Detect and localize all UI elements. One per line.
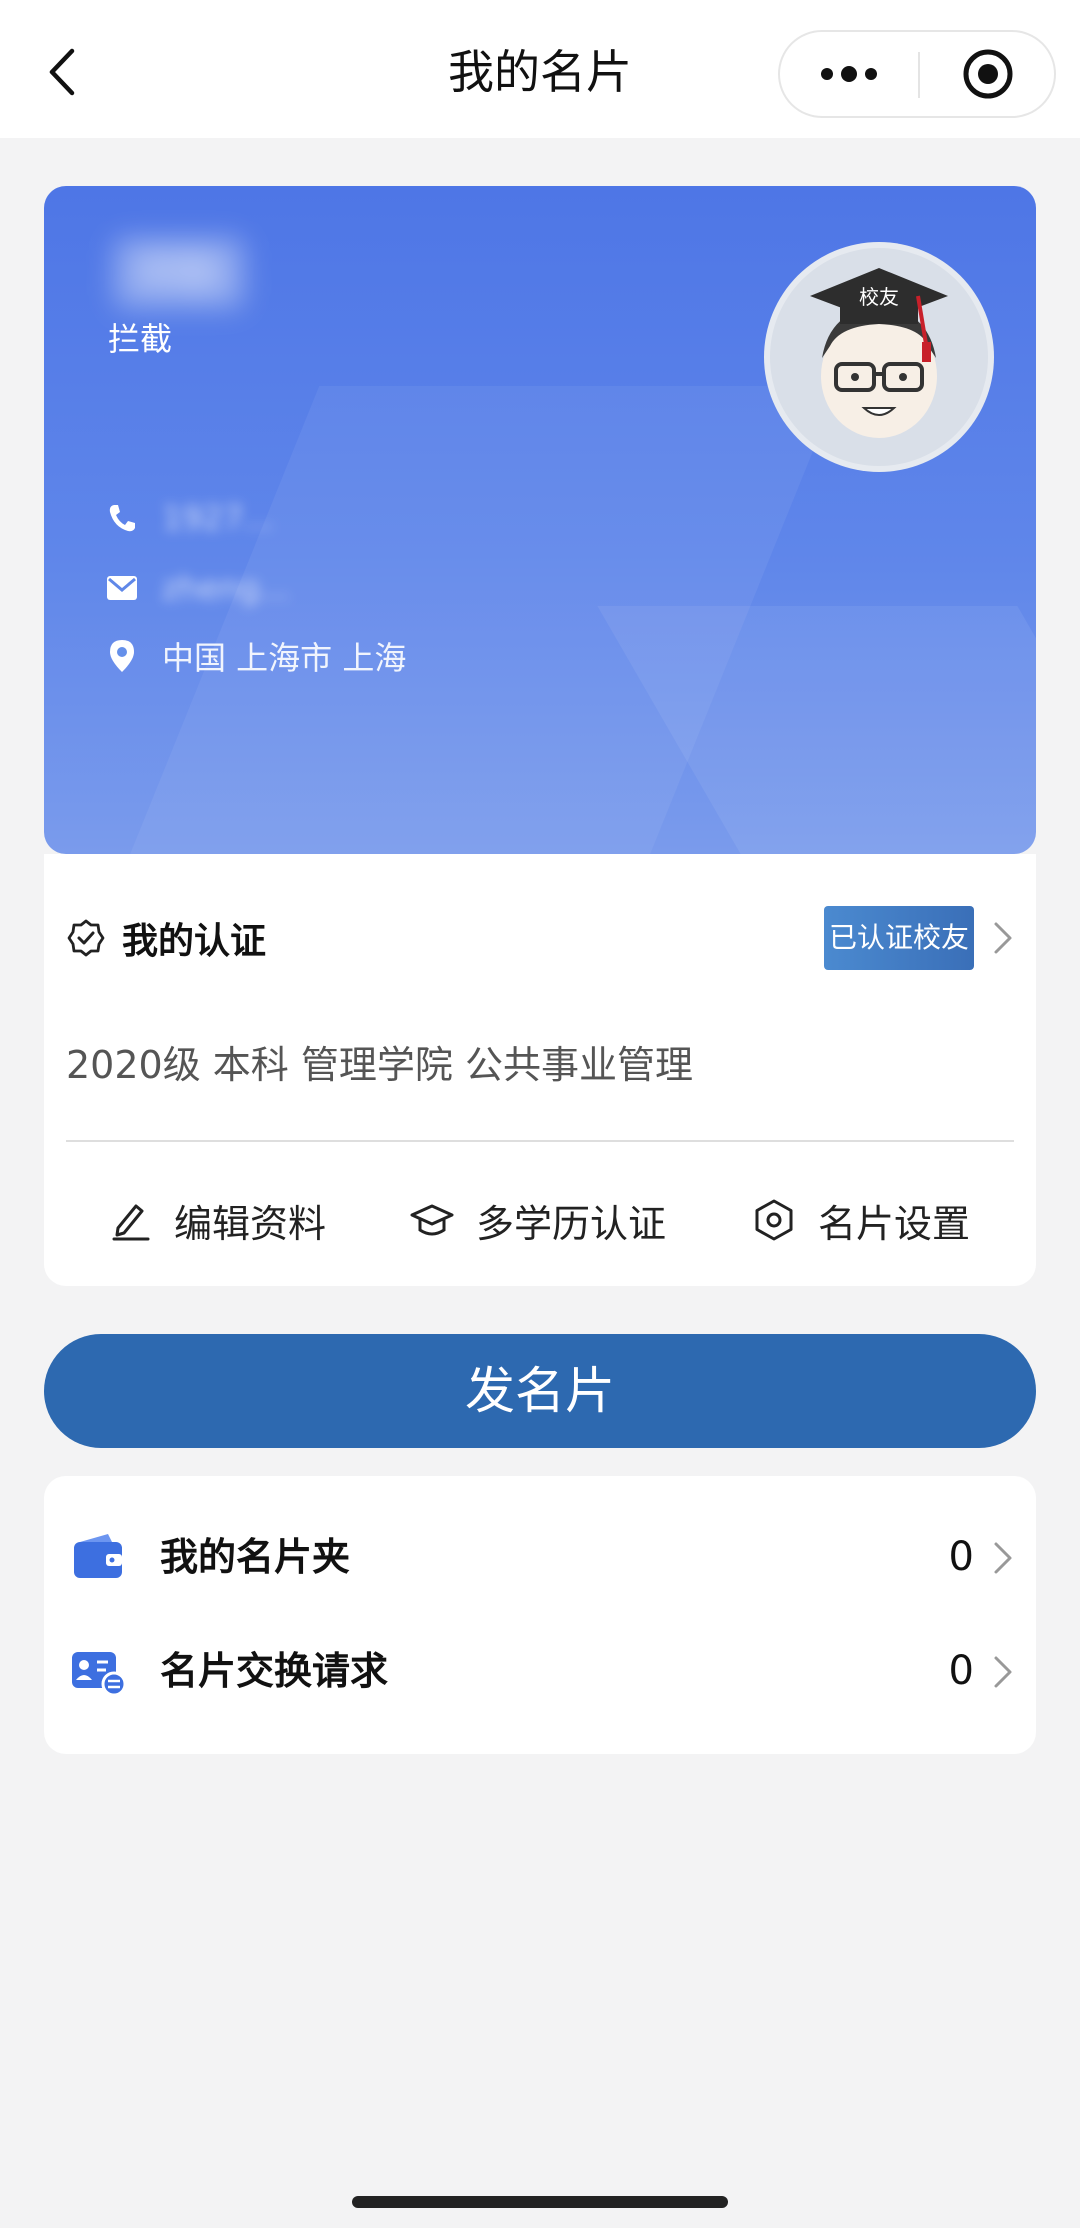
graduation-cap-icon [410,1204,454,1236]
multi-degree-label: 多学历认证 [476,1201,667,1246]
chevron-right-icon [994,1542,1012,1574]
more-button[interactable] [780,32,918,116]
more-dots-icon [821,66,877,82]
settings-icon [755,1199,793,1241]
mail-icon [102,568,142,608]
home-indicator [352,2196,728,2208]
verified-badge-icon [67,919,105,957]
card-settings-label: 名片设置 [818,1201,971,1246]
certification-title: 我的认证 [66,906,266,970]
alumni-avatar-icon: 校友 [810,268,948,438]
top-nav-bar: 我的名片 [0,0,1080,138]
chevron-right-icon [994,1656,1012,1688]
edit-profile-label: 编辑资料 [174,1201,327,1246]
card-tag: 拦截 [108,320,173,358]
edit-icon [112,1204,150,1241]
card-holder-label: 我的名片夹 [160,1535,351,1579]
phone-icon [102,498,142,538]
edit-profile-button[interactable]: 编辑资料 [108,1172,326,1268]
chevron-right-icon [994,922,1012,954]
certification-panel: 我的认证 已认证校友 2020级 本科 管理学院 公共事业管理 编辑资料 多学历… [44,854,1036,1286]
card-phone: 1927... [162,499,274,537]
exchange-requests-label: 名片交换请求 [160,1649,389,1693]
card-name: 郑勤 [114,238,244,308]
card-email: zheng... [162,569,290,607]
target-icon [963,49,1013,99]
card-location-row: 中国 上海市 上海 [102,634,406,678]
exchange-requests-count: 0 [948,1648,974,1694]
card-location: 中国 上海市 上海 [162,639,407,677]
card-email-row: zheng... [102,566,290,610]
card-holder-count: 0 [948,1534,974,1580]
business-card[interactable]: 郑勤 拦截 校友 1927... zheng... 中国 上海市 上海 [44,186,1036,854]
multi-degree-certification-button[interactable]: 多学历认证 [410,1172,666,1268]
wallet-icon [74,1534,122,1578]
verified-alumni-badge: 已认证校友 [824,906,974,970]
education-info: 2020级 本科 管理学院 公共事业管理 [66,1043,693,1087]
divider [66,1140,1014,1142]
card-phone-row: 1927... [102,496,274,540]
avatar[interactable]: 校友 [764,242,994,472]
certification-label: 我的认证 [122,921,267,962]
send-card-button[interactable]: 发名片 [44,1334,1036,1448]
location-pin-icon [102,636,142,676]
list-item-card-holder[interactable]: 我的名片夹 0 [44,1500,1036,1614]
exchange-card-icon [72,1652,126,1696]
avatar-cap-text: 校友 [859,285,899,309]
mini-program-capsule [778,30,1056,118]
list-item-exchange-requests[interactable]: 名片交换请求 0 [44,1614,1036,1728]
close-mini-program-button[interactable] [920,32,1056,116]
card-settings-button[interactable]: 名片设置 [752,1172,970,1268]
card-actions: 编辑资料 多学历认证 名片设置 [44,1172,1036,1268]
card-list-panel: 我的名片夹 0 名片交换请求 0 [44,1476,1036,1754]
certification-row[interactable]: 我的认证 已认证校友 [66,906,1014,970]
